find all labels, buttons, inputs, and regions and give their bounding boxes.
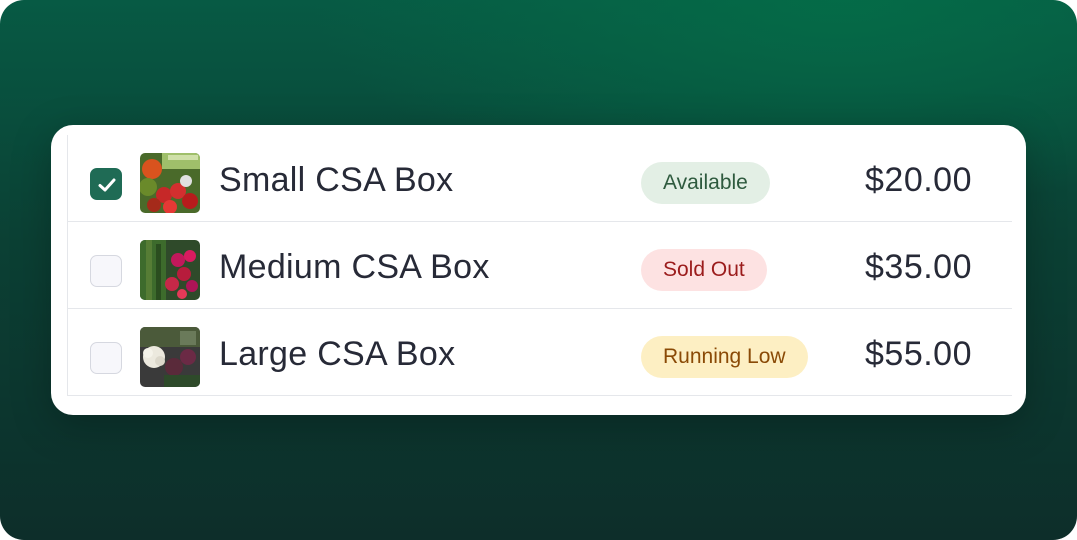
background-panel: Small CSA Box Available $20.00 Medium CS… bbox=[0, 0, 1077, 540]
product-list: Small CSA Box Available $20.00 Medium CS… bbox=[67, 135, 1012, 396]
product-price: $20.00 bbox=[865, 161, 972, 199]
list-item-small-csa-box[interactable]: Small CSA Box Available $20.00 bbox=[68, 135, 1012, 222]
product-thumbnail bbox=[140, 240, 200, 300]
checkmark-icon bbox=[98, 178, 116, 192]
product-name: Medium CSA Box bbox=[219, 248, 490, 286]
list-item-medium-csa-box[interactable]: Medium CSA Box Sold Out $35.00 bbox=[68, 222, 1012, 309]
product-name: Large CSA Box bbox=[219, 335, 456, 373]
status-badge: Running Low bbox=[641, 336, 808, 378]
product-name: Small CSA Box bbox=[219, 161, 454, 199]
product-thumbnail bbox=[140, 153, 200, 213]
select-checkbox[interactable] bbox=[90, 255, 122, 287]
product-thumbnail bbox=[140, 327, 200, 387]
list-item-large-csa-box[interactable]: Large CSA Box Running Low $55.00 bbox=[68, 309, 1012, 395]
select-checkbox[interactable] bbox=[90, 168, 122, 200]
product-price: $55.00 bbox=[865, 335, 972, 373]
status-badge: Available bbox=[641, 162, 770, 204]
status-badge: Sold Out bbox=[641, 249, 767, 291]
select-checkbox[interactable] bbox=[90, 342, 122, 374]
product-price: $35.00 bbox=[865, 248, 972, 286]
product-list-card: Small CSA Box Available $20.00 Medium CS… bbox=[51, 125, 1026, 415]
